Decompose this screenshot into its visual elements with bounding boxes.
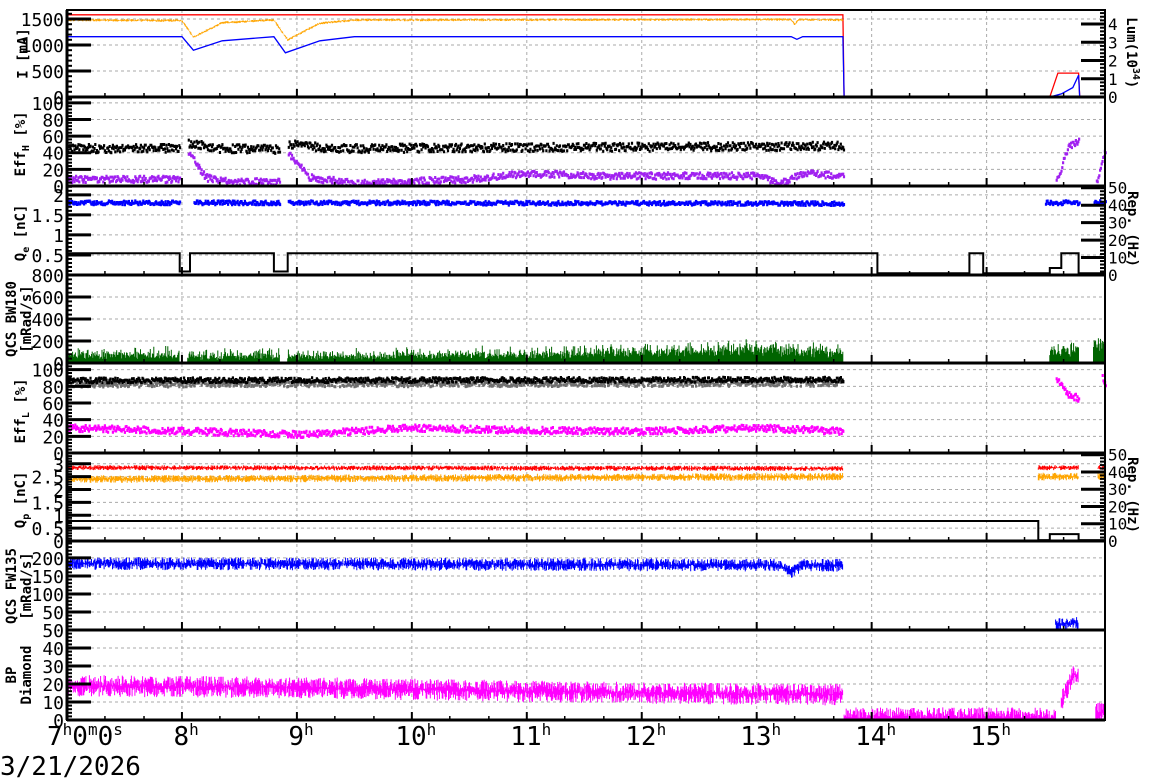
plot-frame bbox=[66, 9, 1106, 721]
right-tick-label: 4 bbox=[1108, 15, 1118, 34]
y-tick-label: 100 bbox=[31, 361, 64, 382]
right-tick-label: 0 bbox=[1108, 266, 1118, 285]
series-electron-rep-rate bbox=[67, 252, 1105, 275]
x-tick-label: 10h bbox=[395, 720, 437, 752]
y-tick-label: 1 bbox=[53, 226, 64, 247]
y-tick-label: 0.5 bbox=[31, 246, 64, 267]
series-positron-charge-orange bbox=[66, 472, 1105, 483]
panel-4: 0200400600800 bbox=[31, 266, 1106, 375]
series-her-current bbox=[67, 14, 1105, 98]
right-tick-label: 0 bbox=[1108, 88, 1118, 107]
x-tick-label: 13h bbox=[740, 720, 782, 752]
panel-3: 0.511.5201020304050 bbox=[31, 179, 1127, 285]
panel-7: 50100150200 bbox=[31, 542, 1105, 632]
multi-panel-chart: 050010001500012340204060801000.511.52010… bbox=[21, 9, 1127, 732]
right-axis-label: Rep. (Hz) bbox=[1124, 190, 1140, 267]
x-tick-label: 9h bbox=[288, 720, 314, 752]
y-tick-label: 20 bbox=[42, 675, 64, 696]
series-positron-charge-red bbox=[66, 465, 1105, 471]
y-axis-label: BP Diamond bbox=[4, 645, 35, 705]
x-tick-label: 14h bbox=[855, 720, 897, 752]
right-axis-label: Rep. (Hz) bbox=[1124, 457, 1140, 533]
y-tick-label: 100 bbox=[31, 585, 64, 606]
series-bp-diamond-dose bbox=[66, 666, 1106, 720]
y-tick-label: 3 bbox=[53, 455, 64, 476]
panel-8: 01020304050 bbox=[42, 621, 1106, 732]
y-tick-label: 150 bbox=[31, 567, 64, 588]
right-tick-label: 3 bbox=[1108, 33, 1118, 52]
y-tick-label: 50 bbox=[42, 621, 64, 642]
series-luminosity bbox=[67, 36, 1105, 98]
x-tick-label: 12h bbox=[625, 720, 667, 752]
x-tick-label: 7h0m0s bbox=[47, 720, 123, 752]
right-tick-label: 2 bbox=[1108, 52, 1118, 71]
y-tick-label: 600 bbox=[31, 288, 64, 309]
right-tick-label: 0 bbox=[1108, 532, 1118, 551]
y-tick-label: 200 bbox=[31, 549, 64, 570]
series-electron-charge bbox=[67, 199, 1107, 207]
right-tick-label: 1 bbox=[1108, 70, 1118, 89]
x-tick-label: 8h bbox=[173, 720, 199, 752]
panel-1: 05001000150001234 bbox=[21, 10, 1118, 109]
panel-5: 020406080100 bbox=[31, 361, 1107, 465]
panel-6: 00.511.522.5301020304050 bbox=[31, 446, 1127, 553]
y-tick-label: 10 bbox=[42, 693, 64, 714]
x-tick-label: 11h bbox=[510, 720, 552, 752]
y-tick-label: 400 bbox=[31, 310, 64, 331]
y-tick-label: 2 bbox=[53, 186, 64, 207]
panel-2: 020406080100 bbox=[31, 94, 1107, 198]
y-tick-label: 800 bbox=[31, 266, 64, 287]
y-tick-label: 1.5 bbox=[31, 206, 64, 227]
x-tick-label: 15h bbox=[970, 720, 1012, 752]
y-tick-label: 100 bbox=[31, 94, 64, 115]
right-axis-label: Lum(1034) bbox=[1123, 16, 1141, 88]
y-tick-label: 40 bbox=[42, 639, 64, 660]
y-tick-label: 200 bbox=[31, 332, 64, 353]
y-tick-label: 30 bbox=[42, 657, 64, 678]
date-label: 3/21/2026 bbox=[0, 752, 141, 782]
y-tick-label: 500 bbox=[31, 62, 64, 83]
